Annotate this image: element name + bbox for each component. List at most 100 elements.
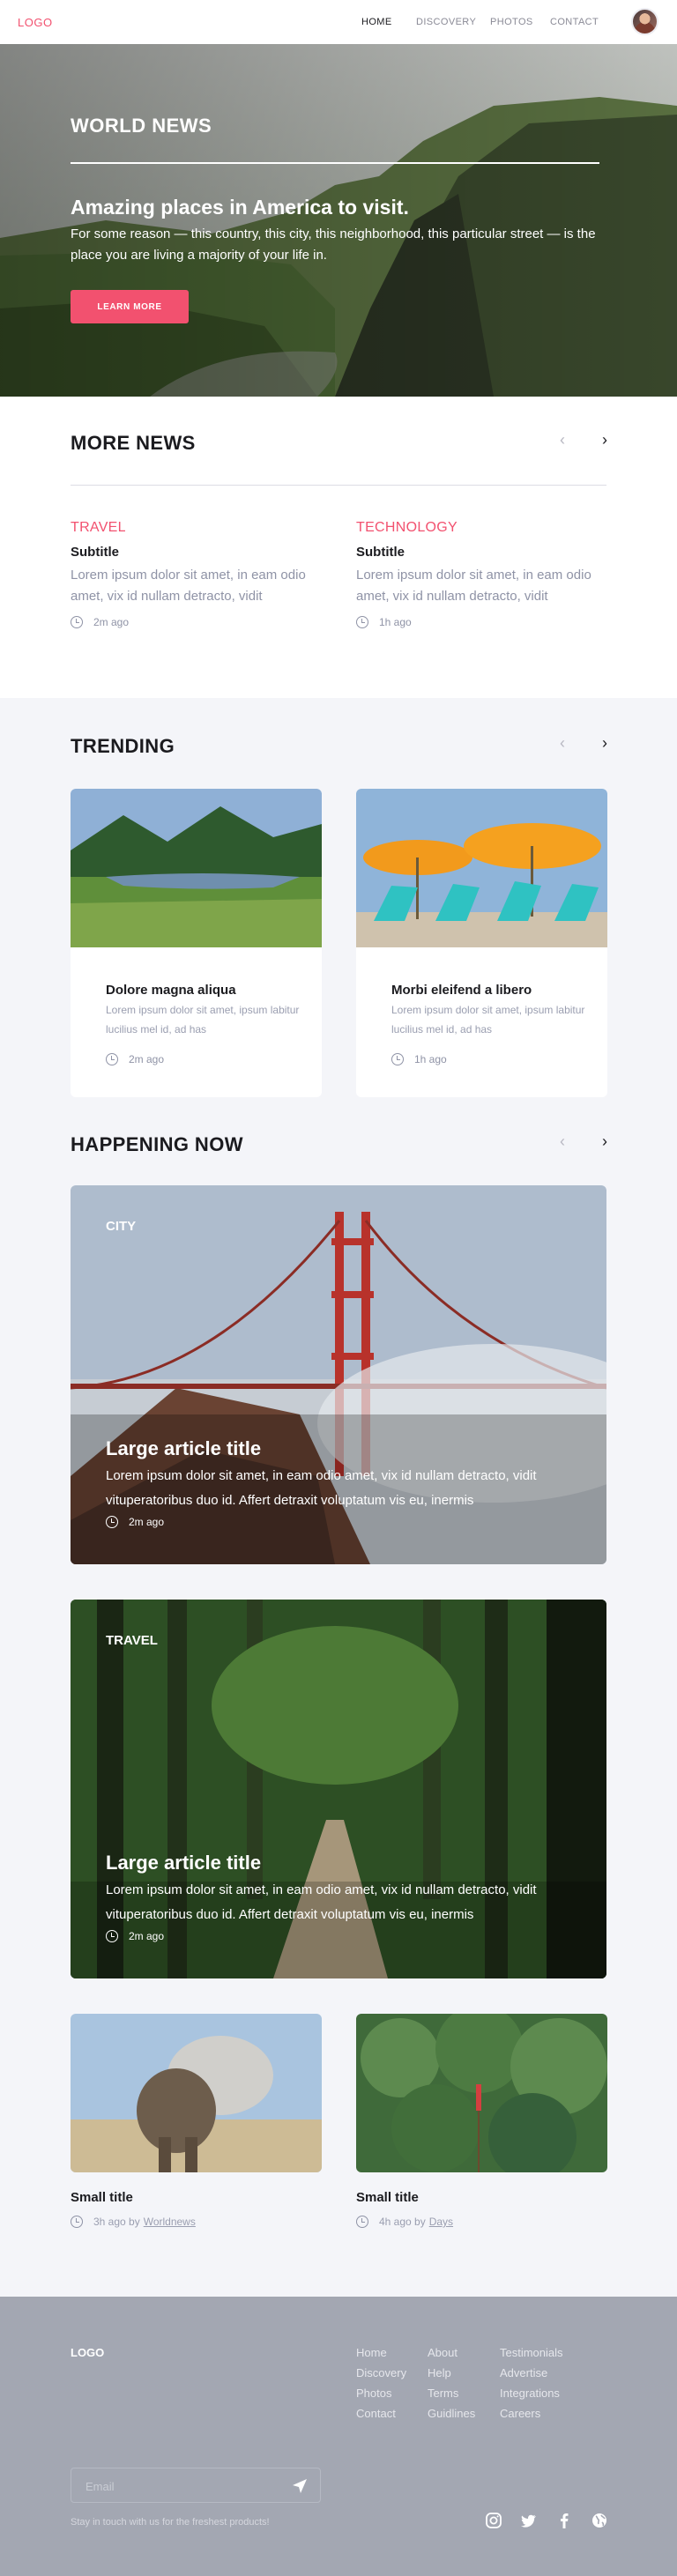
author-link[interactable]: Days — [429, 2216, 453, 2228]
newsletter-note: Stay in touch with us for the freshest p… — [71, 2517, 270, 2528]
author-link[interactable]: Worldnews — [144, 2216, 196, 2228]
footer-link-terms[interactable]: Terms — [428, 2387, 458, 2400]
newsletter-form — [71, 2468, 321, 2503]
feature-meta: 2m ago — [106, 1930, 164, 1942]
small-article-image — [71, 2014, 322, 2172]
trending-next-arrow-icon[interactable]: › — [597, 735, 613, 751]
happening-prev-arrow-icon[interactable]: ‹ — [554, 1133, 570, 1149]
footer-link-photos[interactable]: Photos — [356, 2387, 391, 2400]
twitter-icon[interactable] — [520, 2512, 538, 2529]
more-news-divider — [71, 485, 606, 486]
news-meta: 2m ago — [71, 616, 335, 628]
elephant-image — [71, 2014, 322, 2172]
hero-description: For some reason — this country, this cit… — [71, 226, 596, 263]
news-excerpt: Lorem ipsum dolor sit amet, in eam odio … — [356, 568, 591, 604]
feature-card-city[interactable]: CITY Large article title Lorem ipsum dol… — [71, 1185, 606, 1564]
news-category[interactable]: TRAVEL — [71, 520, 335, 536]
small-article-title[interactable]: Small title — [71, 2190, 322, 2205]
trending-prev-arrow-icon[interactable]: ‹ — [554, 735, 570, 751]
footer-link-advertise[interactable]: Advertise — [500, 2366, 547, 2379]
small-article-time: 4h ago by — [379, 2216, 426, 2228]
feature-category[interactable]: CITY — [106, 1219, 136, 1234]
news-meta: 1h ago — [356, 616, 621, 628]
card-excerpt: Lorem ipsum dolor sit amet, ipsum labitu… — [106, 1004, 300, 1036]
small-article-meta: 3h ago by Worldnews — [71, 2216, 322, 2228]
small-article-title[interactable]: Small title — [356, 2190, 607, 2205]
top-navigation-bar: LOGO HOME DISCOVERY PHOTOS CONTACT — [0, 0, 677, 44]
footer-link-integrations[interactable]: Integrations — [500, 2387, 560, 2400]
card-excerpt: Lorem ipsum dolor sit amet, ipsum labitu… — [391, 1004, 585, 1036]
feature-time: 2m ago — [129, 1516, 165, 1528]
card-time: 1h ago — [414, 1053, 447, 1065]
news-excerpt: Lorem ipsum dolor sit amet, in eam odio … — [71, 568, 306, 604]
learn-more-button[interactable]: LEARN MORE — [71, 290, 189, 323]
clock-icon — [71, 616, 83, 628]
globe-icon[interactable] — [591, 2512, 608, 2529]
happening-next-arrow-icon[interactable]: › — [597, 1133, 613, 1149]
mountain-lake-image — [71, 789, 322, 947]
trending-card[interactable]: Morbi eleifend a libero Lorem ipsum dolo… — [356, 789, 607, 1097]
footer-link-contact[interactable]: Contact — [356, 2407, 396, 2420]
nav-contact-link[interactable]: CONTACT — [550, 17, 599, 27]
more-news-next-arrow-icon[interactable]: › — [597, 432, 613, 448]
facebook-icon[interactable] — [555, 2512, 573, 2529]
hero-banner: WORLD NEWS Amazing places in America to … — [0, 44, 677, 397]
card-title[interactable]: Dolore magna aliqua — [106, 983, 236, 998]
more-news-title: MORE NEWS — [71, 432, 196, 454]
news-time: 1h ago — [379, 616, 412, 628]
news-item[interactable]: TRAVEL Subtitle Lorem ipsum dolor sit am… — [71, 520, 335, 628]
user-avatar[interactable] — [631, 8, 658, 35]
feature-card-travel[interactable]: TRAVEL Large article title Lorem ipsum d… — [71, 1600, 606, 1978]
tree-canopy-image — [356, 2014, 607, 2172]
feature-category[interactable]: TRAVEL — [106, 1633, 158, 1648]
site-logo[interactable]: LOGO — [18, 16, 53, 29]
feature-title[interactable]: Large article title — [106, 1437, 261, 1460]
news-time: 2m ago — [93, 616, 130, 628]
trending-title: TRENDING — [71, 735, 175, 757]
happening-now-title: HAPPENING NOW — [71, 1133, 243, 1155]
feature-title[interactable]: Large article title — [106, 1852, 261, 1874]
news-subtitle[interactable]: Subtitle — [356, 545, 621, 560]
hero-divider — [71, 162, 599, 164]
trending-card[interactable]: Dolore magna aliqua Lorem ipsum dolor si… — [71, 789, 322, 1097]
small-article-card[interactable]: Small title 4h ago by Days — [356, 2014, 607, 2228]
card-meta: 1h ago — [391, 1053, 447, 1065]
footer-logo[interactable]: LOGO — [71, 2346, 104, 2359]
footer-link-home[interactable]: Home — [356, 2346, 387, 2359]
small-article-meta: 4h ago by Days — [356, 2216, 607, 2228]
nav-discovery-link[interactable]: DISCOVERY — [416, 17, 476, 27]
clock-icon — [391, 1053, 404, 1065]
hero-title: Amazing places in America to visit. — [71, 196, 409, 219]
instagram-icon[interactable] — [485, 2512, 502, 2529]
feature-meta: 2m ago — [106, 1516, 164, 1528]
more-news-prev-arrow-icon[interactable]: ‹ — [554, 432, 570, 448]
footer-link-testimonials[interactable]: Testimonials — [500, 2346, 563, 2359]
hero-overlay — [0, 44, 677, 397]
news-subtitle[interactable]: Subtitle — [71, 545, 335, 560]
footer-link-discovery[interactable]: Discovery — [356, 2366, 406, 2379]
feature-excerpt: Lorem ipsum dolor sit amet, in eam odio … — [106, 1468, 537, 1508]
feature-time: 2m ago — [129, 1930, 165, 1942]
card-time: 2m ago — [129, 1053, 165, 1065]
clock-icon — [356, 2216, 368, 2228]
card-meta: 2m ago — [106, 1053, 164, 1065]
email-input[interactable] — [86, 2477, 262, 2495]
card-title[interactable]: Morbi eleifend a libero — [391, 983, 532, 998]
footer-link-guidlines[interactable]: Guidlines — [428, 2407, 475, 2420]
small-article-time: 3h ago by — [93, 2216, 140, 2228]
send-icon[interactable] — [292, 2478, 308, 2494]
hero-kicker: WORLD NEWS — [71, 115, 212, 137]
beach-umbrellas-image — [356, 789, 607, 947]
nav-photos-link[interactable]: PHOTOS — [490, 17, 533, 27]
footer-link-about[interactable]: About — [428, 2346, 458, 2359]
footer-link-careers[interactable]: Careers — [500, 2407, 540, 2420]
clock-icon — [71, 2216, 83, 2228]
small-article-card[interactable]: Small title 3h ago by Worldnews — [71, 2014, 322, 2228]
news-item[interactable]: TECHNOLOGY Subtitle Lorem ipsum dolor si… — [356, 520, 621, 628]
clock-icon — [356, 616, 368, 628]
nav-home-link[interactable]: HOME — [361, 17, 392, 27]
feature-excerpt: Lorem ipsum dolor sit amet, in eam odio … — [106, 1882, 537, 1922]
footer-link-help[interactable]: Help — [428, 2366, 451, 2379]
site-footer: LOGO Home Discovery Photos Contact About… — [0, 2297, 677, 2576]
news-category[interactable]: TECHNOLOGY — [356, 520, 621, 536]
